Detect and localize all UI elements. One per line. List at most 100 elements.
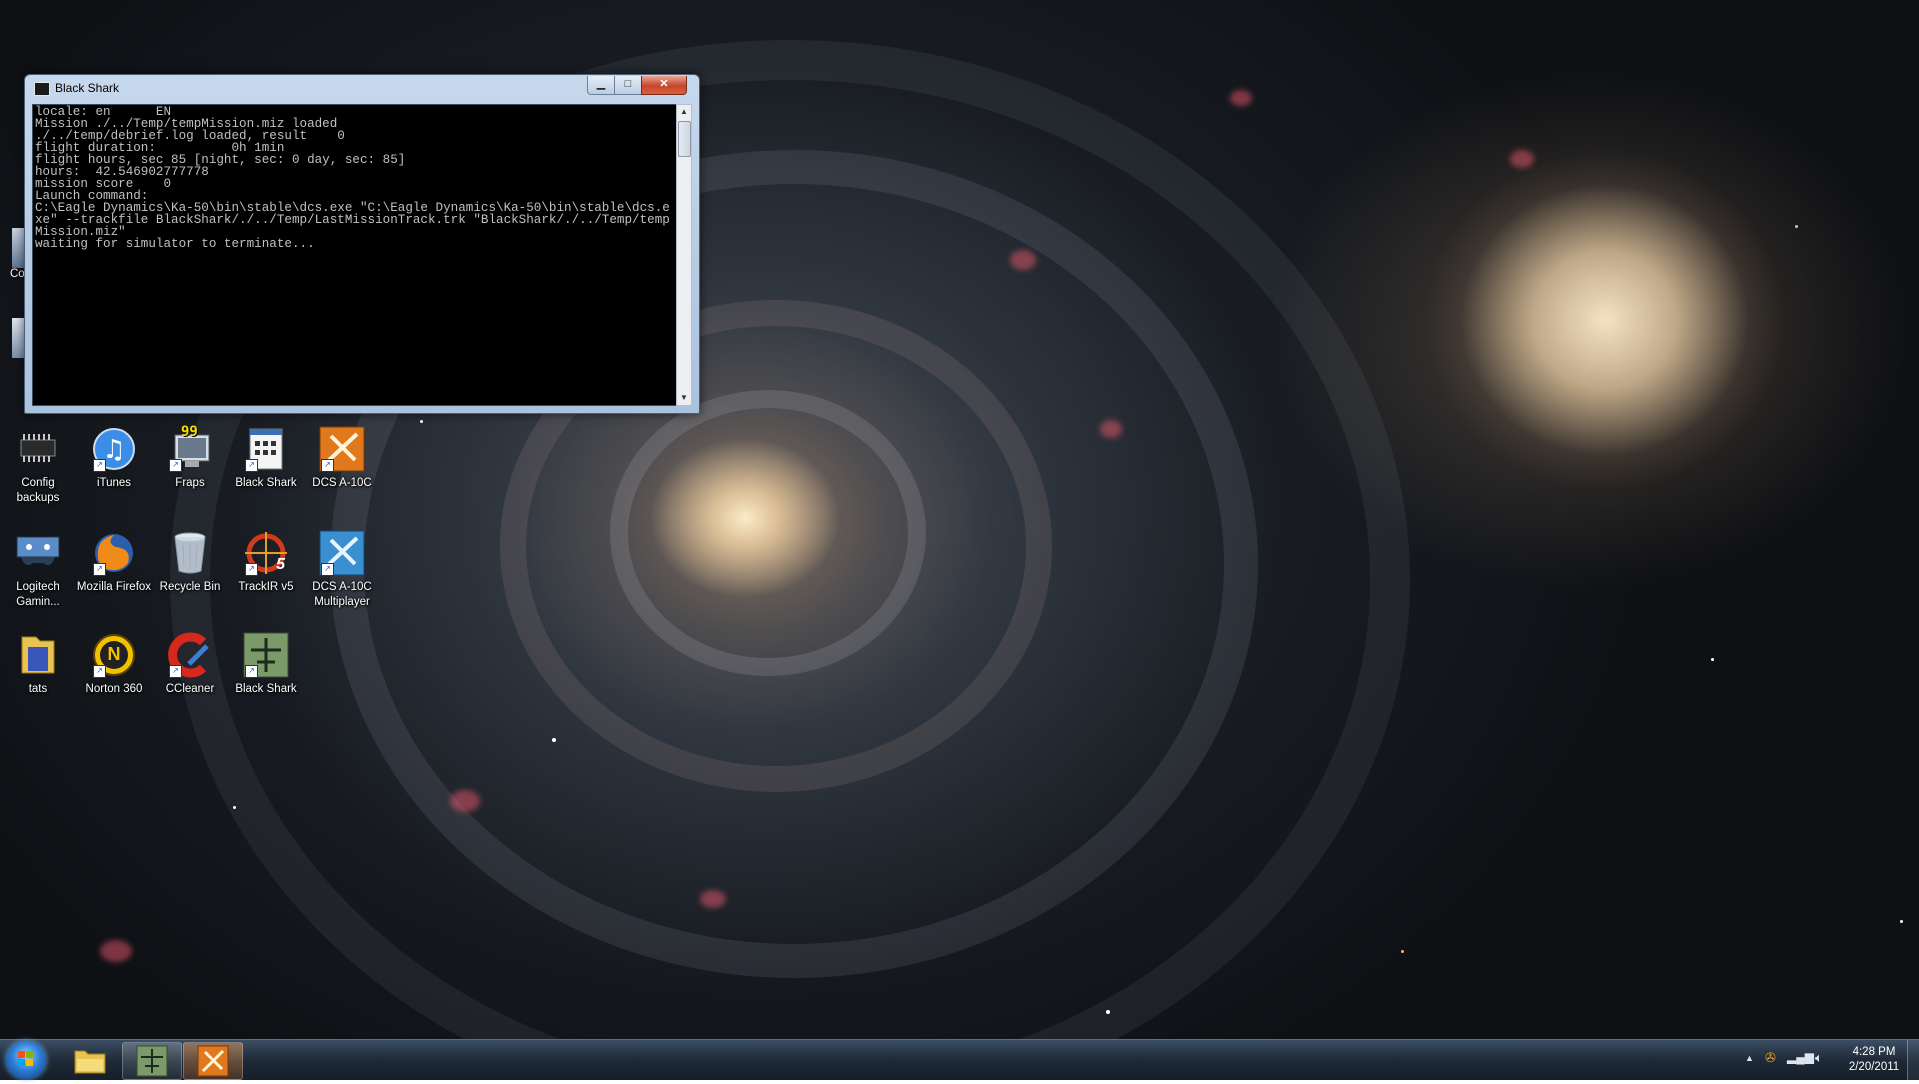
black-shark-icon <box>136 1045 168 1077</box>
nebula-spot <box>700 890 726 908</box>
desktop-icon-recycle-bin[interactable]: Recycle Bin <box>152 530 228 595</box>
launcher-icon: ↗ <box>243 426 289 472</box>
shortcut-arrow-icon: ↗ <box>245 665 258 678</box>
network-signal-icon[interactable]: ▂▄▆ <box>1787 1050 1814 1064</box>
nebula-spot <box>1010 250 1036 270</box>
taskbar: ▲ ✇ ▂▄▆ 🔈︎ 4:28 PM 2/20/2011 <box>0 1039 1919 1080</box>
desktop-icon-black-shark[interactable]: ↗ Black Shark <box>228 632 304 697</box>
clock-time: 4:28 PM <box>1852 1046 1896 1058</box>
desktop-icon-black-shark-launcher[interactable]: ↗ Black Shark <box>228 426 304 491</box>
taskbar-black-shark-button[interactable] <box>122 1042 182 1080</box>
desktop-icon-label: Fraps <box>175 477 205 489</box>
star <box>1401 950 1404 953</box>
console-titlebar[interactable]: Black Shark ▁ □ ✕ <box>25 75 699 101</box>
shortcut-arrow-icon: ↗ <box>245 563 258 576</box>
gamepad-icon <box>15 530 61 576</box>
shortcut-arrow-icon: ↗ <box>169 459 182 472</box>
desktop-icon-label: Black Shark <box>235 683 297 695</box>
console-window[interactable]: Black Shark ▁ □ ✕ locale: en EN Mission … <box>24 74 700 414</box>
taskbar-clock[interactable]: 4:28 PM 2/20/2011 <box>1838 1045 1910 1075</box>
ccleaner-icon: ↗ <box>167 632 213 678</box>
dcs-a10c-multiplayer-icon: ↗ <box>319 530 365 576</box>
minimize-icon: ▁ <box>596 78 606 90</box>
desktop-icon-label: DCS A-10C <box>312 477 372 489</box>
dcs-a10c-icon <box>197 1045 229 1077</box>
show-desktop-button[interactable] <box>1907 1040 1919 1080</box>
tray-show-hidden-icon[interactable]: ▲ <box>1745 1053 1754 1063</box>
star <box>1711 658 1714 661</box>
maximize-icon: □ <box>624 78 632 90</box>
console-line: waiting for simulator to terminate... <box>35 237 315 251</box>
scroll-up-icon[interactable]: ▲ <box>677 105 691 119</box>
start-button[interactable] <box>6 1041 46 1079</box>
desktop-icon-label: DCS A-10C Multiplayer <box>312 581 372 608</box>
desktop-icon-tats[interactable]: tats <box>0 632 76 697</box>
desktop-icon-label: tats <box>28 683 48 695</box>
clock-date: 2/20/2011 <box>1848 1061 1900 1073</box>
nebula-spot <box>1100 420 1122 438</box>
itunes-icon: ♫ ↗ <box>91 426 137 472</box>
desktop-icon-label: Config backups <box>16 477 60 504</box>
scrollbar-thumb[interactable] <box>678 121 691 157</box>
desktop-icon-logitech-gaming[interactable]: Logitech Gamin... <box>0 530 76 610</box>
norton-icon: N ↗ <box>91 632 137 678</box>
desktop-icon-label: Logitech Gamin... <box>16 581 60 608</box>
desktop-icon-label: iTunes <box>96 477 132 489</box>
console-scrollbar[interactable]: ▲ ▼ <box>676 104 692 406</box>
volume-icon[interactable]: 🔈︎ <box>1815 1050 1823 1066</box>
star <box>233 806 236 809</box>
star <box>1106 1010 1110 1014</box>
console-line: C:\Eagle Dynamics\Ka-50\bin\stable\dcs.e… <box>35 201 670 239</box>
desktop-icon-dcs-a10c[interactable]: ↗ DCS A-10C <box>304 426 380 491</box>
shortcut-arrow-icon: ↗ <box>93 459 106 472</box>
folder-icon <box>15 632 61 678</box>
desktop-icon-itunes[interactable]: ♫ ↗ iTunes <box>76 426 152 491</box>
shortcut-arrow-icon: ↗ <box>93 563 106 576</box>
recycle-bin-icon <box>167 530 213 576</box>
norton-badge: N <box>107 644 121 664</box>
nebula-spot <box>1230 90 1252 106</box>
star <box>1795 225 1798 228</box>
desktop-icon-label: CCleaner <box>165 683 215 695</box>
trackir-badge: 5 <box>276 556 285 573</box>
star <box>552 738 556 742</box>
desktop-icon-label: Mozilla Firefox <box>76 581 152 593</box>
star <box>1900 920 1903 923</box>
desktop-icon-label: TrackIR v5 <box>238 581 294 593</box>
shortcut-arrow-icon: ↗ <box>321 563 334 576</box>
folder-icon <box>74 1050 106 1074</box>
trackir-icon: 5 ↗ <box>243 530 289 576</box>
minimize-button[interactable]: ▁ <box>587 76 615 95</box>
console-app-icon <box>34 82 50 96</box>
trackir-tray-icon[interactable]: ✇ <box>1765 1050 1776 1066</box>
desktop-icon-mozilla-firefox[interactable]: ↗ Mozilla Firefox <box>76 530 152 595</box>
shortcut-arrow-icon: ↗ <box>321 459 334 472</box>
desktop-icon-config-backups[interactable]: Config backups <box>0 426 76 506</box>
desktop-icon-ccleaner[interactable]: ↗ CCleaner <box>152 632 228 697</box>
system-tray: ▲ ✇ ▂▄▆ 🔈︎ 4:28 PM 2/20/2011 <box>1735 1040 1919 1080</box>
desktop-icon-label: Black Shark <box>235 477 297 489</box>
shortcut-arrow-icon: ↗ <box>93 665 106 678</box>
scroll-down-icon[interactable]: ▼ <box>677 391 691 405</box>
taskbar-explorer-button[interactable] <box>60 1042 120 1080</box>
nebula-spot <box>1510 150 1534 168</box>
desktop-icon-norton-360[interactable]: N ↗ Norton 360 <box>76 632 152 697</box>
nebula-spot <box>100 940 132 962</box>
console-window-title: Black Shark <box>55 81 120 95</box>
desktop-icon-trackir[interactable]: 5 ↗ TrackIR v5 <box>228 530 304 595</box>
windows-logo-icon <box>18 1051 33 1066</box>
desktop-icon-label: Recycle Bin <box>159 581 221 593</box>
maximize-button[interactable]: □ <box>614 76 642 95</box>
desktop-icon-dcs-a10c-multiplayer[interactable]: ↗ DCS A-10C Multiplayer <box>304 530 380 610</box>
star <box>420 420 423 423</box>
fraps-badge: 99 <box>181 424 198 440</box>
nebula-spot <box>450 790 480 812</box>
console-output-area[interactable]: locale: en EN Mission ./../Temp/tempMiss… <box>32 104 677 406</box>
desktop-icon-fraps[interactable]: 99 ↗ Fraps <box>152 424 228 491</box>
taskbar-dcs-a10c-button[interactable] <box>183 1042 243 1080</box>
console-output-text: locale: en EN Mission ./../Temp/tempMiss… <box>35 106 673 251</box>
close-button[interactable]: ✕ <box>641 76 687 95</box>
chip-icon <box>15 426 61 472</box>
partial-desktop-icon-label: Co <box>10 268 25 280</box>
firefox-icon: ↗ <box>91 530 137 576</box>
